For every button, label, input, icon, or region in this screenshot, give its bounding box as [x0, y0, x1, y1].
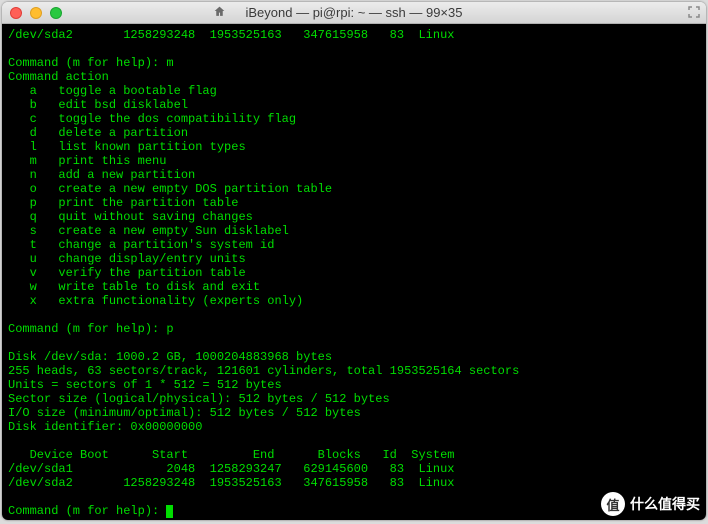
window-title: iBeyond — pi@rpi: ~ — ssh — 99×35: [2, 5, 706, 20]
cursor: [166, 505, 173, 518]
minimize-icon[interactable]: [30, 7, 42, 19]
watermark-badge: 值: [601, 492, 625, 516]
watermark-text: 什么值得买: [630, 494, 700, 514]
terminal-window: iBeyond — pi@rpi: ~ — ssh — 99×35 /dev/s…: [2, 2, 706, 520]
home-icon: [213, 5, 226, 18]
close-icon[interactable]: [10, 7, 22, 19]
terminal-output[interactable]: /dev/sda2 1258293248 1953525163 34761595…: [2, 24, 706, 520]
expand-icon[interactable]: [688, 6, 700, 22]
zoom-icon[interactable]: [50, 7, 62, 19]
titlebar[interactable]: iBeyond — pi@rpi: ~ — ssh — 99×35: [2, 2, 706, 24]
watermark: 值 什么值得买: [601, 492, 700, 516]
traffic-lights: [10, 7, 62, 19]
